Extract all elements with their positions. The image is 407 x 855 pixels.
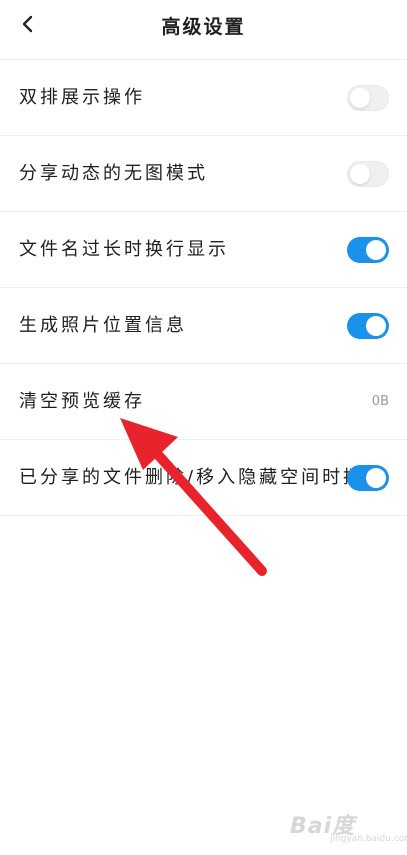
setting-label: 生成照片位置信息 xyxy=(19,314,187,336)
no-image-mode-toggle[interactable] xyxy=(347,160,389,187)
setting-row-share-delete-prompt[interactable]: 已分享的文件删除/移入隐藏空间时提示 xyxy=(0,440,407,516)
setting-row-wrap-filename[interactable]: 文件名过长时换行显示 xyxy=(0,212,407,288)
toggle-knob xyxy=(350,87,370,108)
setting-row-clear-cache[interactable]: 清空预览缓存 0B xyxy=(0,364,407,440)
toggle-knob xyxy=(366,315,386,336)
baidu-watermark: Bai度 jingyan.baidu.com xyxy=(290,808,407,848)
share-delete-prompt-toggle[interactable] xyxy=(347,464,389,491)
toggle-knob xyxy=(366,467,386,488)
setting-row-no-image-mode[interactable]: 分享动态的无图模式 xyxy=(0,136,407,212)
setting-label: 文件名过长时换行显示 xyxy=(19,238,229,260)
cache-size-value: 0B xyxy=(371,394,389,409)
dual-display-toggle[interactable] xyxy=(347,84,389,111)
wrap-filename-toggle[interactable] xyxy=(347,236,389,263)
photo-location-toggle[interactable] xyxy=(347,312,389,339)
setting-label: 分享动态的无图模式 xyxy=(19,162,208,184)
setting-row-photo-location[interactable]: 生成照片位置信息 xyxy=(0,288,407,364)
setting-label: 双排展示操作 xyxy=(19,86,145,108)
watermark-url: jingyan.baidu.com xyxy=(330,834,407,844)
page-title: 高级设置 xyxy=(161,16,246,38)
toggle-knob xyxy=(366,239,386,260)
toggle-knob xyxy=(350,163,370,184)
header: 高级设置 xyxy=(0,0,407,50)
setting-row-dual-display[interactable]: 双排展示操作 xyxy=(0,60,407,136)
setting-label: 清空预览缓存 xyxy=(19,390,145,412)
setting-label: 已分享的文件删除/移入隐藏空间时提示 xyxy=(19,466,351,488)
